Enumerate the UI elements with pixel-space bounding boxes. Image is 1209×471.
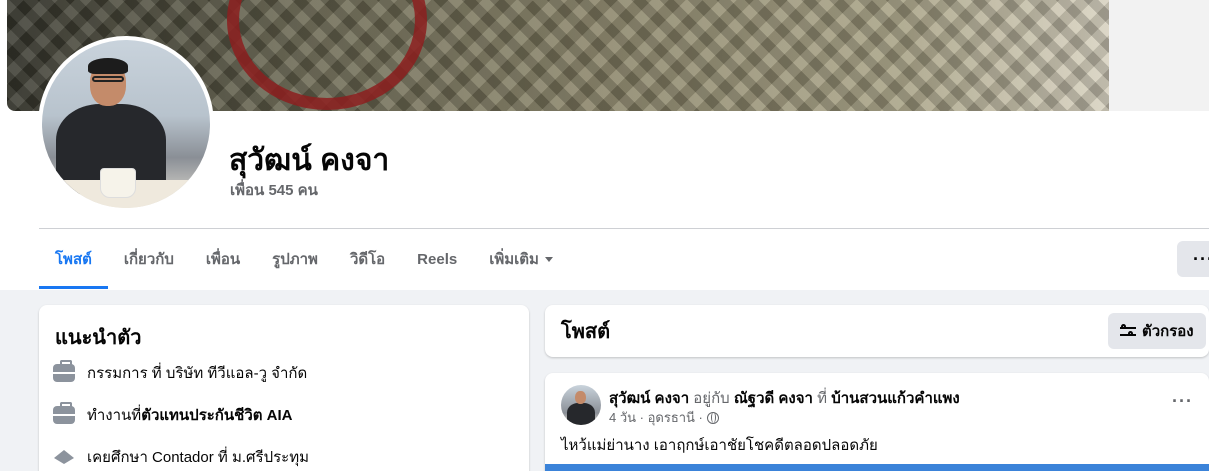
profile-tabs: โพสต์ เกี่ยวกับ เพื่อน รูปภาพ วิดีโอ Ree… — [39, 229, 569, 289]
post-options-button[interactable]: ··· — [1172, 391, 1193, 412]
intro-item-work: กรรมการ ที่ บริษัท ทีวีแอล-วู จำกัด — [53, 360, 308, 385]
profile-header: สุวัฒน์ คงจา เพื่อน 545 คน โพสต์ เกี่ยวก… — [0, 0, 1209, 290]
avatar-figure-glasses — [92, 76, 124, 82]
post-timestamp[interactable]: 4 วัน · อุดรธานี · — [609, 407, 703, 428]
post-at-text: ที่ — [812, 390, 832, 407]
tab-videos[interactable]: วิดีโอ — [334, 229, 401, 289]
briefcase-icon — [53, 402, 75, 424]
tab-photos[interactable]: รูปภาพ — [256, 229, 334, 289]
filter-button[interactable]: ตัวกรอง — [1108, 313, 1206, 349]
tab-about[interactable]: เกี่ยวกับ — [108, 229, 190, 289]
tab-label: เพื่อน — [205, 251, 241, 268]
cover-photo-detail — [227, 0, 427, 110]
avatar-cup — [100, 168, 136, 198]
tab-label: Reels — [417, 250, 458, 268]
intro-item-text: กรรมการ ที่ บริษัท ทีวีแอล-วู จำกัด — [87, 365, 308, 382]
tab-more[interactable]: เพิ่มเติม — [473, 229, 569, 289]
intro-item-text: เคยศึกษา Contador ที่ ม.ศรีประทุม — [87, 449, 310, 466]
filter-button-label: ตัวกรอง — [1142, 323, 1194, 340]
caret-down-icon — [544, 256, 553, 262]
friend-count[interactable]: เพื่อน 545 คน — [230, 178, 318, 202]
posts-header-card: โพสต์ ตัวกรอง — [545, 305, 1209, 357]
tab-label: โพสต์ — [55, 251, 92, 268]
profile-more-button[interactable]: ··· — [1177, 241, 1209, 277]
globe-icon — [706, 411, 719, 424]
post-text: ไหว้แม่ย่านาง เอาฤกษ์เอาชัยโชคดีตลอดปลอด… — [561, 437, 878, 454]
tab-label: เพิ่มเติม — [489, 251, 539, 268]
briefcase-icon — [53, 360, 75, 382]
post-card: สุวัฒน์ คงจา อยู่กับ ณัฐวดี คงจา ที่ บ้า… — [545, 373, 1209, 471]
intro-item-job: ทำงานที่ ตัวแทนประกันชีวิต AIA — [53, 402, 293, 427]
intro-title: แนะนำตัว — [55, 327, 142, 349]
tab-label: เกี่ยวกับ — [123, 251, 174, 268]
cover-photo-edge — [1109, 0, 1209, 111]
intro-card: แนะนำตัว กรรมการ ที่ บริษัท ทีวีแอล-วู จ… — [39, 305, 529, 471]
tab-label: วิดีโอ — [349, 251, 386, 268]
post-author-avatar[interactable] — [561, 385, 601, 425]
tab-posts[interactable]: โพสต์ — [39, 229, 108, 289]
profile-avatar[interactable] — [38, 36, 214, 212]
post-tagged-name[interactable]: ณัฐวดี คงจา — [734, 390, 813, 407]
posts-title: โพสต์ — [561, 321, 611, 343]
intro-item-education: เคยศึกษา Contador ที่ ม.ศรีประทุม — [53, 445, 309, 469]
intro-item-link[interactable]: ตัวแทนประกันชีวิต AIA — [141, 403, 292, 427]
post-media[interactable] — [545, 464, 1209, 471]
post-with-text: อยู่กับ — [689, 390, 734, 407]
profile-name: สุวัฒน์ คงจา — [229, 144, 390, 177]
post-timestamp-line: 4 วัน · อุดรธานี · — [609, 407, 719, 428]
profile-photo — [42, 40, 210, 208]
post-avatar-head — [575, 391, 586, 404]
avatar-figure-hair — [88, 58, 128, 74]
tab-reels[interactable]: Reels — [401, 229, 473, 289]
tab-friends[interactable]: เพื่อน — [190, 229, 256, 289]
post-author-name[interactable]: สุวัฒน์ คงจา — [609, 390, 689, 407]
intro-item-text: ทำงานที่ — [87, 407, 142, 424]
post-avatar-body — [567, 403, 595, 425]
post-location[interactable]: บ้านสวนแก้วคำแพง — [831, 390, 960, 407]
tab-label: รูปภาพ — [272, 251, 318, 268]
filter-sliders-icon — [1120, 324, 1136, 338]
graduation-cap-icon — [53, 448, 75, 466]
